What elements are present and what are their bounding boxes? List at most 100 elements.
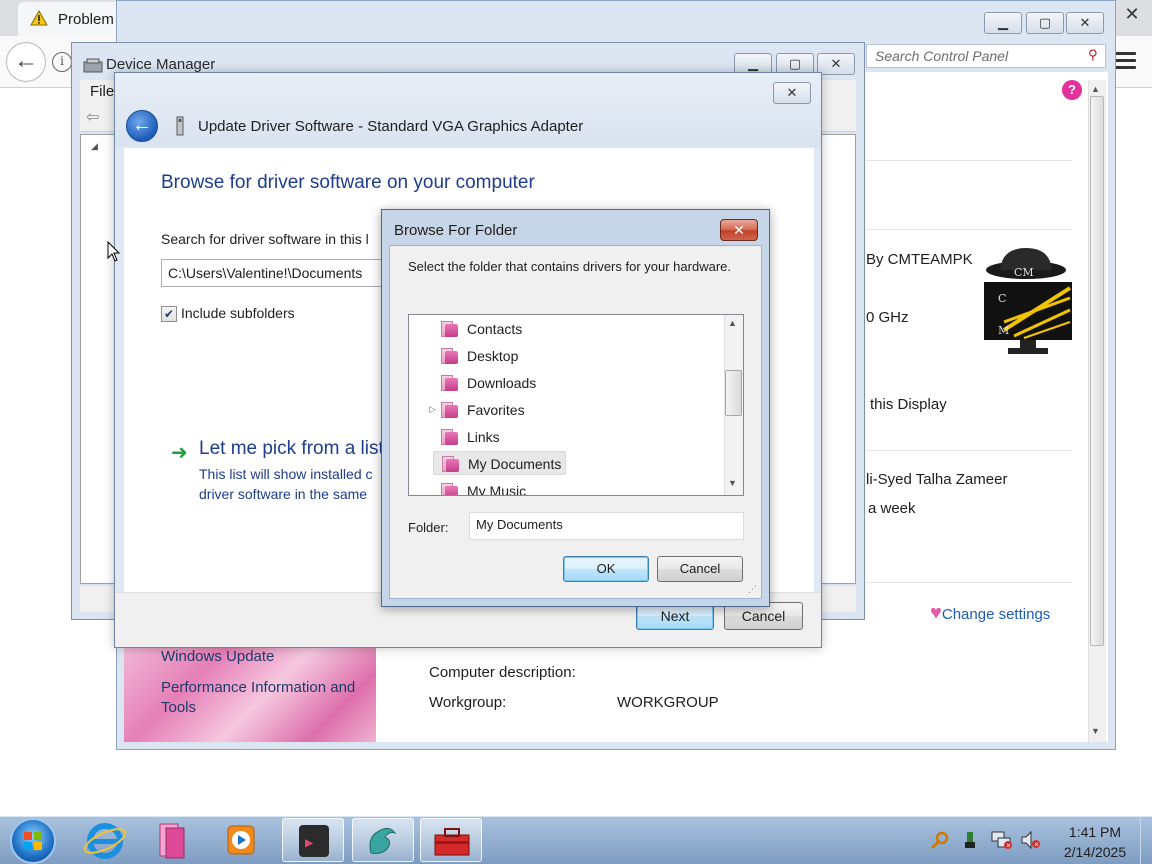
- divider: [866, 229, 1072, 230]
- site-info-icon[interactable]: i: [52, 52, 72, 72]
- folder-item-favorites[interactable]: Favorites: [433, 398, 525, 422]
- device-manager-title: Device Manager: [106, 56, 216, 73]
- manufacturer-value: By CMTEAMPK: [866, 251, 973, 268]
- workgroup-value: WORKGROUP: [617, 694, 719, 711]
- scroll-up-arrow-icon[interactable]: ▲: [728, 318, 737, 328]
- scroll-down-arrow-icon[interactable]: ▼: [1091, 726, 1100, 736]
- update-driver-heading: Browse for driver software on your compu…: [161, 172, 535, 193]
- pick-from-list-link[interactable]: Let me pick from a list: [199, 438, 381, 460]
- folder-icon: [441, 321, 459, 337]
- cp-scroll-thumb[interactable]: [1090, 96, 1104, 646]
- taskbar-toolbox-app[interactable]: [420, 818, 482, 862]
- windows-logo-icon: [24, 832, 42, 850]
- computer-description-label: Computer description:: [429, 664, 576, 681]
- resize-grip-icon[interactable]: ⋰: [748, 584, 757, 595]
- browser-close-icon[interactable]: ✕: [1120, 4, 1144, 24]
- folder-item-links[interactable]: Links: [433, 425, 500, 449]
- folder-icon: [441, 483, 459, 495]
- oem-logo-image: CM C M: [984, 248, 1072, 354]
- divider: [866, 160, 1072, 161]
- folder-item-desktop[interactable]: Desktop: [433, 344, 518, 368]
- folder-icon: [441, 429, 459, 445]
- cp-maximize-button[interactable]: ▢: [1026, 12, 1064, 34]
- taskbar-clock[interactable]: 1:41 PM 2/14/2025: [1052, 822, 1138, 862]
- internet-explorer-icon: [83, 823, 127, 859]
- folder-item-my-music[interactable]: My Music: [433, 479, 526, 495]
- logo-text: C: [998, 292, 1006, 305]
- scroll-up-arrow-icon[interactable]: ▲: [1091, 84, 1100, 94]
- owner-value: li-Syed Talha Zameer: [866, 471, 1008, 488]
- rating-link[interactable]: this Display: [870, 396, 947, 413]
- taskbar-internet-explorer[interactable]: [74, 818, 136, 862]
- browser-menu-icon[interactable]: [1114, 52, 1136, 70]
- control-panel-search-input[interactable]: Search Control Panel: [866, 44, 1106, 68]
- warning-icon: [30, 10, 48, 26]
- clock-time: 1:41 PM: [1068, 824, 1122, 840]
- usb-tray-icon[interactable]: [962, 830, 978, 850]
- folder-label: Folder:: [408, 520, 449, 535]
- toolbox-app-icon: [434, 828, 470, 856]
- svg-text:▶: ▶: [305, 835, 314, 851]
- start-button[interactable]: [10, 818, 56, 864]
- folder-item-my-documents[interactable]: My Documents: [433, 451, 567, 475]
- sidebar-link-windows-update[interactable]: Windows Update: [161, 648, 274, 665]
- update-driver-header: [115, 73, 821, 147]
- ok-button[interactable]: OK: [563, 556, 649, 582]
- processor-value: 0 GHz: [866, 309, 909, 326]
- cp-minimize-button[interactable]: ▁: [984, 12, 1022, 34]
- shield-heart-icon: ♥: [930, 602, 942, 624]
- duration-value: a week: [868, 500, 916, 517]
- back-arrow-icon[interactable]: ⇦: [86, 107, 99, 127]
- include-subfolders-label: Include subfolders: [181, 305, 295, 321]
- browse-folder-title: Browse For Folder: [394, 222, 518, 239]
- folders-icon: [159, 823, 185, 859]
- folder-icon: [441, 402, 459, 418]
- folder-icon: [441, 375, 459, 391]
- cp-close-button[interactable]: ✕: [1066, 12, 1104, 34]
- include-subfolders-checkbox[interactable]: ✔: [161, 306, 177, 322]
- folder-icon: [442, 456, 460, 472]
- sidebar-link-performance[interactable]: Performance Information and Tools: [161, 678, 371, 718]
- update-driver-title: Update Driver Software - Standard VGA Gr…: [198, 118, 584, 135]
- browse-cancel-button[interactable]: Cancel: [657, 556, 743, 582]
- svg-text:✕: ✕: [1034, 842, 1039, 849]
- wizard-back-button[interactable]: ←: [126, 110, 158, 142]
- menu-file[interactable]: File: [90, 83, 114, 100]
- dragon-app-icon: [369, 827, 397, 854]
- change-settings-link[interactable]: ♥Change settings: [930, 602, 1050, 625]
- browser-tab-title: Problem: [58, 11, 114, 28]
- browse-folder-close-button[interactable]: ✕: [720, 219, 758, 241]
- search-icon[interactable]: ⚲: [1088, 47, 1102, 62]
- driver-path-input[interactable]: C:\Users\Valentine!\Documents: [161, 259, 391, 287]
- divider: [866, 582, 1072, 583]
- ud-close-button[interactable]: ✕: [773, 82, 811, 104]
- taskbar-folders[interactable]: [144, 818, 206, 862]
- search-location-label: Search for driver software in this l: [161, 231, 369, 247]
- folder-item-downloads[interactable]: Downloads: [433, 371, 536, 395]
- dm-close-button[interactable]: ✕: [817, 53, 855, 75]
- device-manager-icon: [83, 58, 103, 73]
- browse-folder-instruction: Select the folder that contains drivers …: [408, 259, 731, 274]
- divider: [866, 450, 1072, 451]
- network-tray-icon[interactable]: ✕: [990, 830, 1014, 850]
- workgroup-label: Workgroup:: [429, 694, 507, 711]
- browser-back-button[interactable]: ←: [6, 42, 46, 82]
- green-arrow-icon: ➜: [171, 442, 188, 464]
- folder-input[interactable]: My Documents: [469, 512, 744, 540]
- logo-text: CM: [1014, 266, 1034, 279]
- folder-tree-scroll-thumb[interactable]: [725, 370, 742, 416]
- help-icon[interactable]: ?: [1062, 80, 1082, 100]
- taskbar-terminal-app[interactable]: ▶: [282, 818, 344, 862]
- folder-tree[interactable]: Contacts Desktop Downloads ▷ Favorites L…: [408, 314, 744, 496]
- folder-item-contacts[interactable]: Contacts: [433, 317, 522, 341]
- volume-muted-icon[interactable]: ✕: [1020, 830, 1042, 850]
- expand-arrow-icon[interactable]: ◢: [91, 141, 98, 152]
- media-player-icon: [227, 825, 255, 855]
- terminal-app-icon: ▶: [299, 825, 329, 857]
- taskbar-dragon-app[interactable]: [352, 818, 414, 862]
- show-desktop-button[interactable]: [1140, 818, 1152, 864]
- pick-from-list-description: This list will show installed c driver s…: [199, 466, 373, 502]
- search-tray-icon[interactable]: [930, 830, 950, 850]
- scroll-down-arrow-icon[interactable]: ▼: [728, 478, 737, 488]
- taskbar-media-player[interactable]: [210, 818, 272, 862]
